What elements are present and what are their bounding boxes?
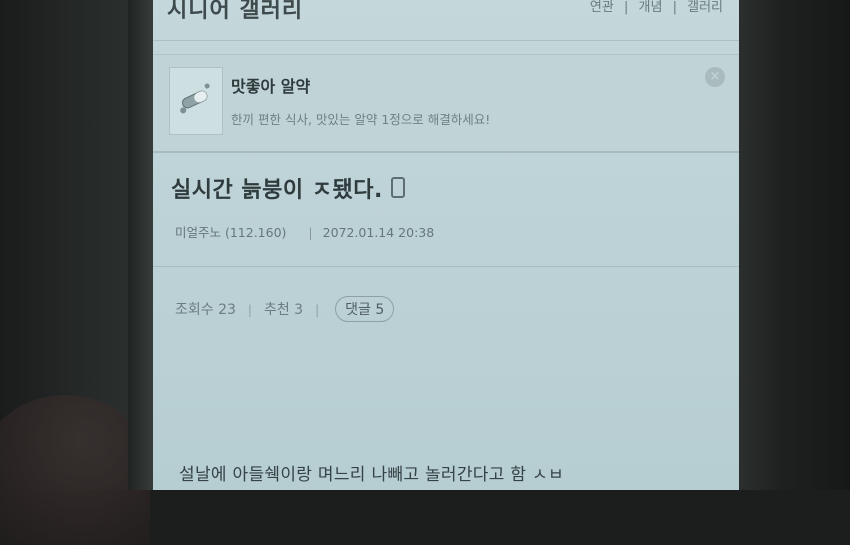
post-title: 실시간 늙붕이 ㅈ됐다. bbox=[171, 172, 405, 204]
post-title-text: 실시간 늙붕이 ㅈ됐다. bbox=[171, 178, 383, 203]
header-link-gallery[interactable]: 갤러리 bbox=[687, 0, 723, 15]
post-author[interactable]: 미얼주노 (112.160) bbox=[175, 225, 286, 240]
ad-title[interactable]: 맛좋아 알약 bbox=[231, 73, 310, 97]
phone-screen: 시니어 갤러리 연관 | 개념 | 갤러리 맛좋아 알약 한끼 편한 식사, 맛… bbox=[153, 0, 739, 490]
post-stats: 조회수 23 | 추천 3 | 댓글 5 bbox=[175, 296, 395, 322]
header-link-concept[interactable]: 개념 bbox=[639, 0, 663, 15]
view-count: 조회수 23 bbox=[175, 302, 236, 318]
gallery-header: 시니어 갤러리 연관 | 개념 | 갤러리 bbox=[153, 0, 739, 41]
post-meta: 미얼주노 (112.160) | 2072.01.14 20:38 bbox=[175, 225, 435, 240]
header-links: 연관 | 개념 | 갤러리 bbox=[589, 0, 723, 15]
mobile-icon bbox=[390, 177, 405, 198]
gallery-title[interactable]: 시니어 갤러리 bbox=[167, 0, 303, 24]
header-link-related[interactable]: 연관 bbox=[590, 0, 614, 15]
ad-thumbnail bbox=[169, 67, 223, 135]
post-body-text: 설날에 아들쉑이랑 며느리 나빼고 놀러간다고 함 ㅅㅂ bbox=[179, 465, 564, 485]
recommend-count: 추천 3 bbox=[263, 302, 304, 318]
background-right bbox=[735, 0, 850, 490]
post-datetime: 2072.01.14 20:38 bbox=[322, 225, 435, 240]
phone-bezel bbox=[128, 0, 156, 490]
ad-description: 한끼 편한 식사, 맛있는 알약 1정으로 해결하세요! bbox=[231, 112, 491, 127]
pill-icon bbox=[180, 83, 210, 114]
comments-button[interactable]: 댓글 5 bbox=[335, 296, 395, 322]
close-icon[interactable]: × bbox=[705, 67, 725, 87]
ad-banner[interactable]: 맛좋아 알약 한끼 편한 식사, 맛있는 알약 1정으로 해결하세요! × bbox=[153, 54, 739, 153]
divider bbox=[153, 266, 739, 267]
